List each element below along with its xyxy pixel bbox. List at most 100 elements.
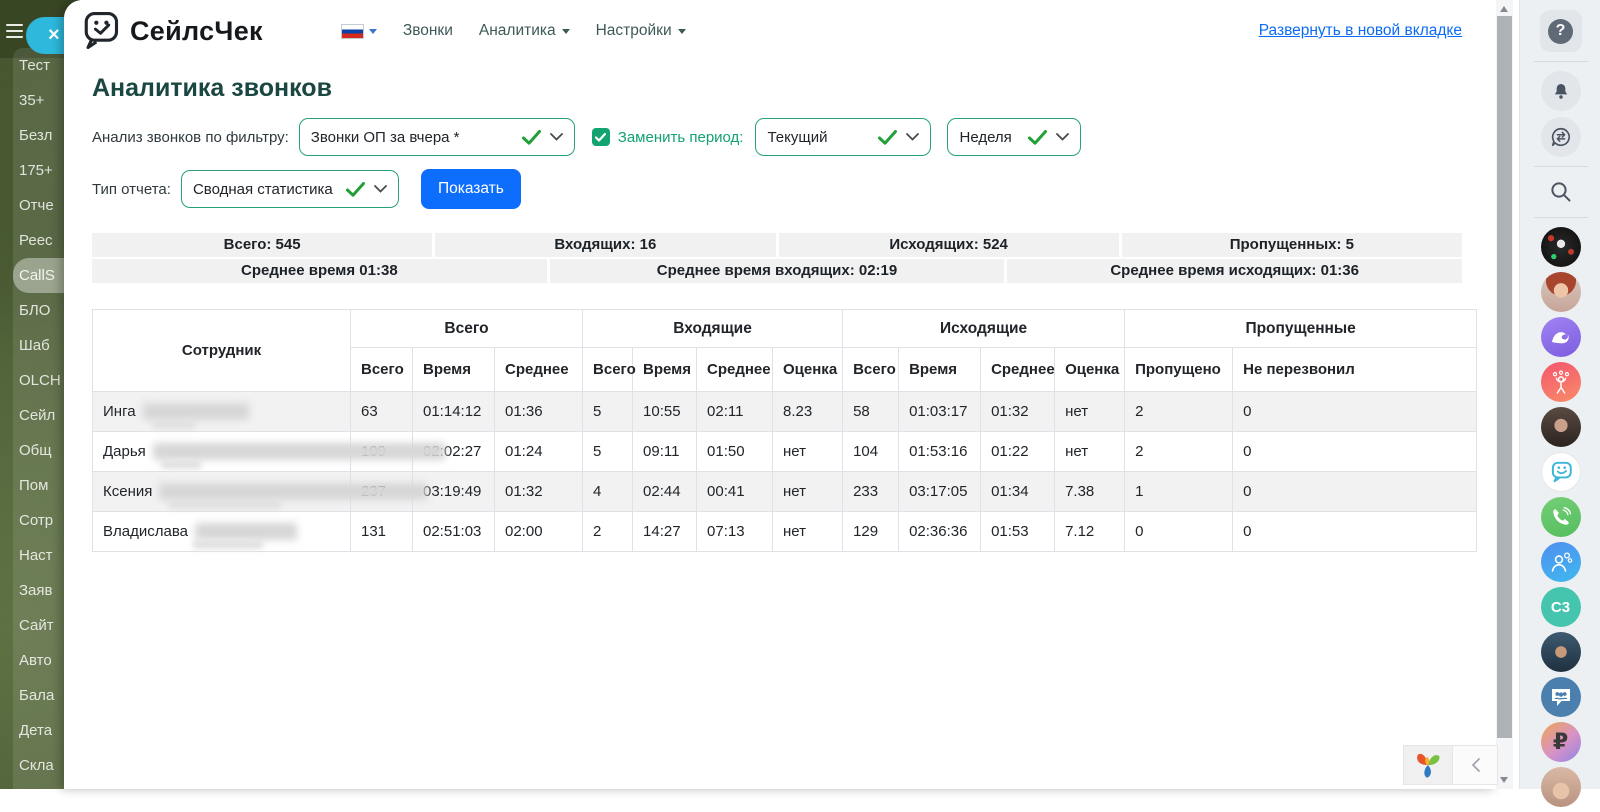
replace-period-label[interactable]: Заменить период: <box>618 129 744 146</box>
stat-total: Всего: 545 <box>92 233 432 257</box>
chevron-down-icon <box>1056 133 1069 141</box>
subcol: Не перезвонил <box>1233 348 1477 392</box>
subcol: Среднее <box>981 348 1055 392</box>
avatar-bottom-partial[interactable] <box>1541 767 1581 807</box>
expand-new-tab-link[interactable]: Развернуть в новой вкладке <box>1259 22 1462 40</box>
avatar-skull[interactable] <box>1541 227 1581 267</box>
saleschek-logo: СейлсЧек <box>78 9 263 53</box>
scroll-up-arrow[interactable] <box>1500 6 1508 12</box>
bell-icon <box>1551 81 1571 102</box>
chevron-down-icon <box>562 29 570 34</box>
scrollbar-thumb[interactable] <box>1497 16 1512 738</box>
divider <box>1534 217 1588 218</box>
subcol: Среднее <box>495 348 583 392</box>
avatar-woman-dark[interactable] <box>1541 407 1581 447</box>
stat-missed: Пропущенных: 5 <box>1122 233 1462 257</box>
show-button[interactable]: Показать <box>421 169 521 209</box>
table-row[interactable]: Инга 6301:14:1201:36 510:5502:118.23 580… <box>93 392 1477 432</box>
brand-name: СейлсЧек <box>130 16 263 47</box>
notifications-button[interactable] <box>1541 71 1581 111</box>
scroll-down-arrow[interactable] <box>1500 777 1508 783</box>
app-header: СейлсЧек Звонки Аналитика Настройки Разв… <box>78 4 1462 58</box>
tripetal-logo-button[interactable] <box>1404 746 1452 784</box>
check-icon <box>878 130 897 145</box>
saleschek-extension-icon[interactable] <box>1541 452 1581 492</box>
table-row[interactable]: Владислава 13102:51:0302:00 214:2707:13н… <box>93 512 1477 552</box>
menu-icon[interactable] <box>6 24 23 38</box>
avatar-woman-red-hair[interactable] <box>1541 272 1581 312</box>
widget-collapse-button[interactable] <box>1452 746 1497 784</box>
group-incoming: Входящие <box>583 310 843 348</box>
col-employee: Сотрудник <box>93 310 351 392</box>
table-row[interactable]: Дарья 10902:02:2701:24 509:1101:50нет 10… <box>93 432 1477 472</box>
period-unit-select[interactable]: Неделя <box>947 118 1081 156</box>
nav-settings[interactable]: Настройки <box>596 22 686 40</box>
check-icon <box>1028 130 1047 145</box>
blurred-surname <box>195 523 297 540</box>
subcol: Время <box>413 348 495 392</box>
group-outgoing: Исходящие <box>843 310 1125 348</box>
search-icon <box>1549 180 1573 204</box>
consultant-app-icon[interactable] <box>1541 542 1581 582</box>
replace-period-toggle: Заменить период: <box>592 128 744 146</box>
divider <box>1534 166 1588 167</box>
employee-name: Ксения <box>93 472 351 512</box>
page-scrollbar[interactable] <box>1496 0 1513 789</box>
subcol: Оценка <box>1055 348 1125 392</box>
wave-app-icon[interactable] <box>1541 317 1581 357</box>
chat-sync-icon <box>1550 126 1572 148</box>
group-missed: Пропущенные <box>1125 310 1477 348</box>
check-icon <box>595 133 606 142</box>
chevron-left-icon <box>1471 758 1480 772</box>
fundraising-app-icon[interactable] <box>1541 362 1581 402</box>
help-icon: ? <box>1548 19 1573 44</box>
nav-analytics[interactable]: Аналитика <box>479 22 570 40</box>
employee-name: Дарья <box>93 432 351 472</box>
subcol: Среднее <box>697 348 773 392</box>
check-icon <box>346 182 365 197</box>
blurred-surname <box>153 443 445 460</box>
chevron-down-icon <box>374 185 387 193</box>
c3-app-icon[interactable]: C3 <box>1541 587 1581 627</box>
calls-table: Сотрудник Всего Входящие Исходящие Пропу… <box>92 309 1477 552</box>
group-total: Всего <box>351 310 583 348</box>
check-icon <box>522 130 541 145</box>
report-type-label: Тип отчета: <box>92 181 171 198</box>
table-row[interactable]: Ксения 23703:19:4901:32 402:4400:41нет 2… <box>93 472 1477 512</box>
subcol: Всего <box>843 348 899 392</box>
extension-side-widget <box>1403 745 1498 785</box>
table-group-header-row: Сотрудник Всего Входящие Исходящие Пропу… <box>93 310 1477 348</box>
ruble-app-icon[interactable]: ₽ <box>1541 722 1581 762</box>
filter-select[interactable]: Звонки ОП за вчера * <box>299 118 575 156</box>
chevron-down-icon <box>678 29 686 34</box>
nav-calls[interactable]: Звонки <box>403 22 453 40</box>
phone-app-icon[interactable] <box>1541 497 1581 537</box>
russia-flag-icon <box>341 24 364 39</box>
blurred-surname <box>143 403 249 420</box>
smiley-bubble-icon <box>78 9 122 53</box>
summary-stats: Всего: 545 Входящих: 16 Исходящих: 524 П… <box>92 233 1462 283</box>
avatar-man[interactable] <box>1541 632 1581 672</box>
group-chat-app-icon[interactable] <box>1541 677 1581 717</box>
chevron-down-icon <box>906 133 919 141</box>
conversations-button[interactable] <box>1541 117 1581 157</box>
subcol: Время <box>633 348 697 392</box>
employee-name: Владислава <box>93 512 351 552</box>
stat-avg-outgoing: Среднее время исходящих: 01:36 <box>1007 259 1462 283</box>
main-panel: СейлсЧек Звонки Аналитика Настройки Разв… <box>64 0 1496 789</box>
filter-label: Анализ звонков по фильтру: <box>92 129 289 146</box>
page-title: Аналитика звонков <box>92 74 1462 103</box>
chevron-down-icon <box>369 29 377 34</box>
search-button[interactable] <box>1541 176 1581 208</box>
report-type-select[interactable]: Сводная статистика <box>181 170 399 208</box>
tripetal-logo-icon <box>1413 750 1443 780</box>
help-button[interactable]: ? <box>1540 10 1582 52</box>
employee-name: Инга <box>93 392 351 432</box>
subcol: Всего <box>583 348 633 392</box>
stat-avg-incoming: Среднее время входящих: 02:19 <box>550 259 1005 283</box>
right-extension-rail: ? <box>1519 0 1600 789</box>
period-select[interactable]: Текущий <box>755 118 931 156</box>
replace-period-checkbox[interactable] <box>592 128 610 146</box>
subcol: Время <box>899 348 981 392</box>
language-selector[interactable] <box>341 24 377 39</box>
